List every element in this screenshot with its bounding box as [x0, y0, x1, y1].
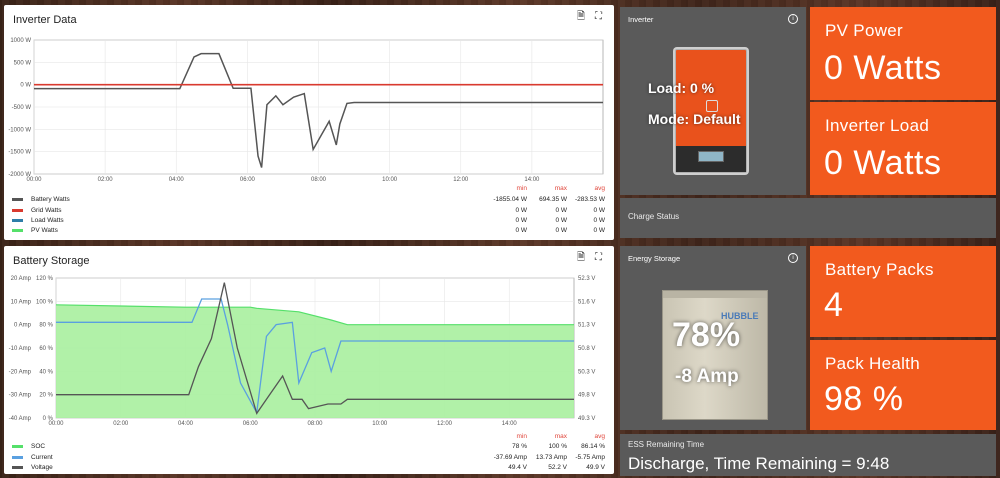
legend-name: SOC [31, 443, 46, 450]
pack-health-panel: Pack Health 98 % [810, 340, 996, 430]
legend-row[interactable]: Grid Watts [12, 207, 61, 214]
legend-name: PV Watts [31, 227, 58, 234]
legend-name: Grid Watts [31, 207, 62, 214]
inverter-load-text: Load: 0 % [648, 80, 715, 96]
legend-name: Voltage [31, 464, 53, 471]
battery-packs-panel: Battery Packs 4 [810, 246, 996, 337]
battery-storage-panel: Battery Storage 🗎 ⛶ 20 Amp 10 Amp 0 Amp -10… [4, 246, 614, 474]
panel-title: Pack Health [825, 354, 920, 373]
pack-health-value: 98 % [824, 380, 904, 418]
panel-title: PV Power [825, 21, 903, 40]
battery-legend: min max avg SOC 78 % 100 % 86.14 % Curre… [4, 246, 614, 474]
legend-avg: -283.53 W [575, 196, 605, 203]
legend-avg: 49.9 V [586, 464, 605, 471]
legend-header-avg: avg [594, 185, 605, 192]
legend-name: Load Watts [31, 217, 64, 224]
legend-row[interactable]: Current [12, 454, 53, 461]
panel-title: Energy Storage [628, 254, 681, 263]
legend-avg: 0 W [593, 227, 605, 234]
inverter-load-value: 0 Watts [824, 144, 942, 182]
legend-row[interactable]: Load Watts [12, 217, 64, 224]
legend-row[interactable]: SOC [12, 443, 45, 450]
inverter-legend: min max avg Battery Watts -1855.04 W 694… [4, 5, 614, 240]
legend-avg: 0 W [593, 207, 605, 214]
ess-remaining-value: Discharge, Time Remaining = 9:48 [628, 454, 890, 473]
legend-avg: 86.14 % [581, 443, 605, 450]
panel-title: Battery Packs [825, 260, 934, 279]
legend-header-max: max [554, 185, 567, 192]
inverter-load-panel: Inverter Load 0 Watts [810, 102, 996, 195]
pv-power-panel: PV Power 0 Watts [810, 7, 996, 100]
pv-power-value: 0 Watts [824, 49, 942, 87]
battery-packs-value: 4 [824, 286, 844, 324]
battery-device-image: HUBBLE [662, 290, 768, 420]
inverter-mode-text: Mode: Default [648, 111, 741, 127]
storage-current-text: -8 Amp [675, 366, 739, 387]
inverter-data-panel: Inverter Data 🗎 ⛶ 1000 W 500 W0 W -500 W -1… [4, 5, 614, 240]
legend-avg: -5.75 Amp [575, 454, 605, 461]
legend-row[interactable]: Battery Watts [12, 196, 70, 203]
legend-name: Current [31, 454, 53, 461]
panel-title: Charge Status [628, 212, 680, 221]
panel-title: Inverter [628, 15, 654, 24]
ess-remaining-panel: ESS Remaining Time Discharge, Time Remai… [620, 434, 996, 476]
storage-soc-text: 78% [672, 316, 741, 354]
legend-header-avg: avg [594, 433, 605, 440]
legend-header-max: max [554, 433, 567, 440]
charge-status-panel: Charge Status [620, 198, 996, 238]
legend-row[interactable]: Voltage [12, 464, 53, 471]
info-icon[interactable]: i [788, 14, 798, 24]
legend-avg: 0 W [593, 217, 605, 224]
energy-storage-panel: Energy Storage i HUBBLE 78% -8 Amp [620, 246, 806, 430]
legend-header-min: min [516, 185, 527, 192]
legend-name: Battery Watts [31, 196, 70, 203]
info-icon[interactable]: i [788, 253, 798, 263]
panel-title: Inverter Load [825, 116, 930, 135]
legend-row[interactable]: PV Watts [12, 227, 58, 234]
panel-title: ESS Remaining Time [628, 440, 705, 449]
legend-header-min: min [516, 433, 527, 440]
inverter-panel: Inverter i Load: 0 % Mode: Default [620, 7, 806, 195]
